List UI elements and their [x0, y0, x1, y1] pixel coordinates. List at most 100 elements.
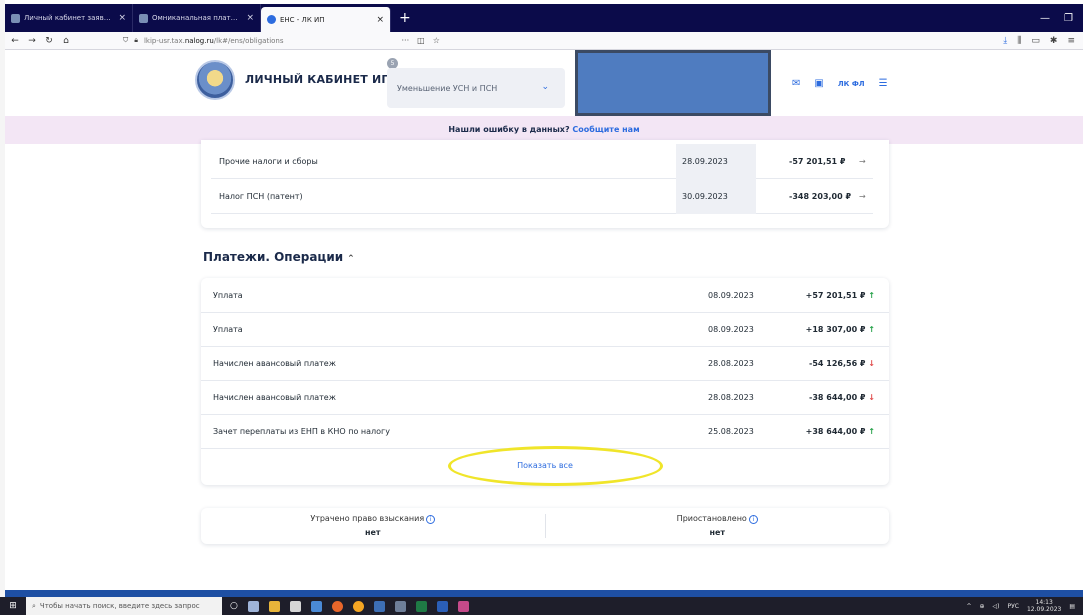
brand-title[interactable]: ЛИЧНЫЙ КАБИНЕТ ИП	[245, 73, 391, 86]
tab-favicon-icon	[267, 15, 276, 24]
obligation-row[interactable]: Налог ПСН (патент) 30.09.2023 -348 203,0…	[211, 178, 873, 214]
info-icon[interactable]: i	[748, 515, 758, 524]
info-icon[interactable]: i	[426, 515, 436, 524]
report-error-link[interactable]: Сообщите нам	[572, 125, 639, 134]
sidebar-icon[interactable]: ▭	[1031, 36, 1040, 46]
address-bar-actions: ··· ◫ ☆	[402, 36, 440, 45]
windows-start-icon[interactable]: ⊞	[0, 601, 26, 611]
payment-amount: +38 644,00 ₽ ↑	[805, 427, 875, 436]
fns-emblem-logo[interactable]	[195, 60, 235, 100]
status-value: нет	[709, 528, 726, 537]
clock[interactable]: 14:13 12.09.2023	[1027, 599, 1061, 613]
address-bar[interactable]: ⛉ 🔒︎ lkip-usr.tax.nalog.ru/lk#/ens/oblig…	[123, 34, 863, 48]
mode-select[interactable]: Уменьшение УСН и ПСН ⌄	[387, 68, 565, 108]
site-header: ЛИЧНЫЙ КАБИНЕТ ИП 5 Уменьшение УСН и ПСН…	[5, 50, 1083, 116]
close-tab-icon[interactable]: ×	[376, 15, 384, 25]
highlight-ellipse	[448, 446, 663, 486]
close-tab-icon[interactable]: ×	[246, 13, 254, 23]
arrow-up-icon: ↑	[868, 325, 875, 334]
browser-nav-bar: ← → ↻ ⌂ ⛉ 🔒︎ lkip-usr.tax.nalog.ru/lk#/e…	[5, 32, 1083, 50]
obligation-date: 28.09.2023	[676, 143, 756, 179]
taskbar-search-placeholder: Чтобы начать поиск, введите здесь запрос	[39, 602, 200, 610]
excel-icon[interactable]	[415, 600, 427, 612]
reload-icon[interactable]: ↻	[42, 36, 56, 46]
payments-section-title[interactable]: Платежи. Операции ⌃	[203, 250, 355, 264]
mail-icon[interactable]: ✉	[792, 78, 800, 89]
word-icon[interactable]	[436, 600, 448, 612]
app-icon[interactable]	[373, 600, 385, 612]
tab-favicon-icon	[11, 13, 20, 23]
payment-amount: -54 126,56 ₽ ↓	[809, 359, 875, 368]
mode-select-value: Уменьшение УСН и ПСН	[397, 83, 498, 93]
mail-app-icon[interactable]	[310, 600, 322, 612]
obligation-row[interactable]: Прочие налоги и сборы 28.09.2023 -57 201…	[211, 143, 873, 179]
profile-switch-link[interactable]: ЛК ФЛ	[838, 80, 865, 88]
window-controls: — ❐	[1040, 4, 1083, 32]
language-indicator[interactable]: РУС	[1008, 603, 1019, 610]
close-tab-icon[interactable]: ×	[118, 13, 126, 23]
site-footer	[5, 590, 1083, 597]
arrow-right-icon[interactable]: →	[859, 157, 866, 166]
hamburger-menu-icon[interactable]: ☰	[879, 78, 888, 89]
browser-tab[interactable]: Омниканальная платформа ×	[133, 4, 261, 32]
chevron-up-icon[interactable]: ⌃	[347, 254, 355, 264]
taskbar-search[interactable]: ⌕ Чтобы начать поиск, введите здесь запр…	[26, 597, 222, 615]
firefox-icon[interactable]	[331, 600, 343, 612]
header-actions: ✉ ▣ ЛК ФЛ ☰	[792, 78, 888, 89]
cortana-icon[interactable]: ○	[230, 601, 238, 612]
back-icon[interactable]: ←	[8, 36, 22, 46]
chevron-down-icon: ⌄	[541, 82, 549, 92]
restore-icon[interactable]: ❐	[1064, 13, 1073, 24]
store-icon[interactable]	[289, 600, 301, 612]
browser-tab-active[interactable]: ЕНС - ЛК ИП ×	[261, 7, 391, 32]
page-actions-menu-icon[interactable]: ···	[402, 36, 410, 45]
status-value: нет	[364, 528, 381, 537]
payment-date: 25.08.2023	[708, 427, 754, 436]
browser-toolbar: ⤓ ⫼ ▭ ✱ ≡	[1003, 36, 1083, 46]
arrow-right-icon[interactable]: →	[859, 192, 866, 201]
browser-tab-bar: Личный кабинет заявителя × Омниканальная…	[5, 4, 1083, 32]
payment-amount: +18 307,00 ₽ ↑	[805, 325, 875, 334]
tab-label: Омниканальная платформа	[152, 14, 242, 22]
payment-name: Начислен авансовый платеж	[213, 393, 336, 402]
extension-icon[interactable]: ✱	[1050, 36, 1058, 46]
task-view-icon[interactable]	[247, 600, 259, 612]
download-icon[interactable]: ⤓	[1003, 36, 1007, 46]
pocket-icon[interactable]: ◫	[417, 36, 425, 45]
os-taskbar: ⊞ ⌕ Чтобы начать поиск, введите здесь за…	[0, 597, 1083, 615]
taskbar-apps: ○	[230, 600, 469, 612]
volume-icon[interactable]: ◁)	[993, 603, 1000, 610]
file-explorer-icon[interactable]	[268, 600, 280, 612]
yandex-browser-icon[interactable]	[352, 600, 364, 612]
tray-chevron-up-icon[interactable]: ^	[966, 603, 971, 610]
lock-icon: 🔒︎	[134, 36, 138, 44]
payment-name: Начислен авансовый платеж	[213, 359, 336, 368]
bookmark-star-icon[interactable]: ☆	[433, 36, 440, 45]
payment-name: Уплата	[213, 290, 243, 300]
notifications-icon[interactable]: ▤	[1069, 603, 1075, 610]
menu-icon[interactable]: ≡	[1067, 36, 1075, 46]
home-icon[interactable]: ⌂	[59, 36, 73, 46]
browser-tab[interactable]: Личный кабинет заявителя ×	[5, 4, 133, 32]
arrow-down-icon: ↓	[868, 359, 875, 368]
app-icon[interactable]	[394, 600, 406, 612]
tab-favicon-icon	[139, 13, 148, 23]
library-icon[interactable]: ⫼	[1017, 36, 1021, 46]
chat-icon[interactable]: ▣	[814, 78, 823, 89]
status-lost-right: Утрачено право взыскания i нет	[201, 508, 545, 544]
network-icon[interactable]: ⊕	[980, 603, 985, 610]
payment-row: Уплата 08.09.2023 +18 307,00 ₽ ↑	[201, 312, 889, 346]
clock-date: 12.09.2023	[1026, 606, 1062, 613]
forward-icon[interactable]: →	[25, 36, 39, 46]
shield-icon: ⛉	[123, 36, 129, 44]
system-tray: ^ ⊕ ◁) РУС 14:13 12.09.2023 ▤	[966, 599, 1083, 613]
status-label: Приостановлено	[676, 514, 747, 523]
minimize-icon[interactable]: —	[1040, 13, 1050, 24]
obligation-amount: -348 203,00 ₽	[789, 191, 852, 201]
tab-label: Личный кабинет заявителя	[24, 14, 114, 22]
redacted-block	[575, 50, 771, 116]
status-label: Утрачено право взыскания	[310, 514, 425, 523]
app-icon[interactable]	[457, 600, 469, 612]
payment-date: 28.08.2023	[708, 359, 754, 368]
new-tab-icon[interactable]: +	[391, 4, 419, 32]
